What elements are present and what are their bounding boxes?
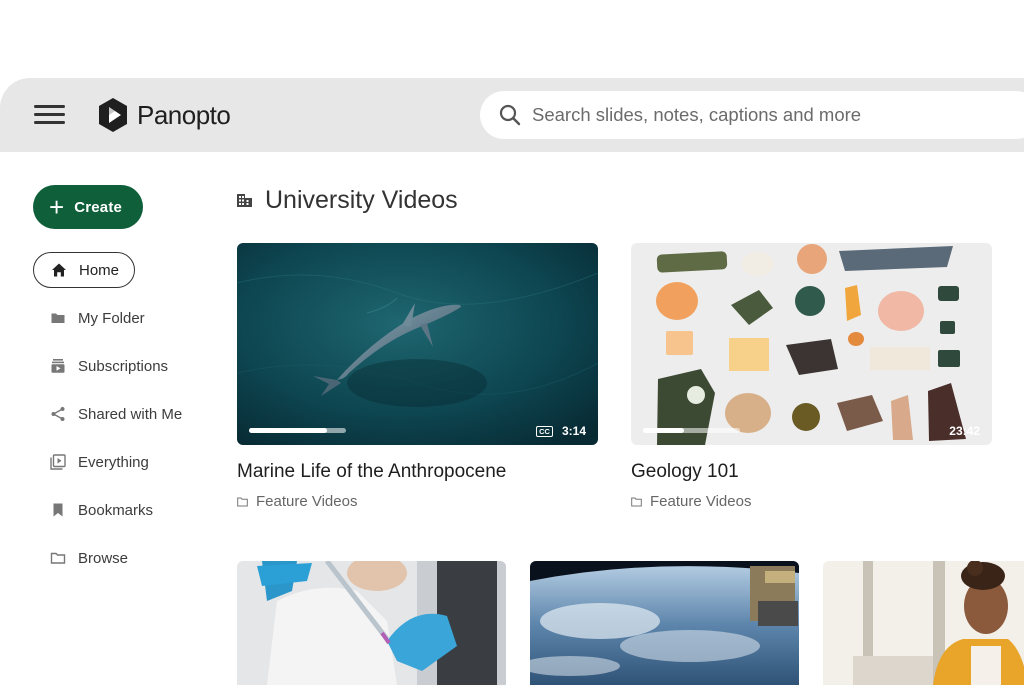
- sidebar-item-subscriptions[interactable]: Subscriptions: [33, 348, 203, 384]
- sidebar-item-label: Bookmarks: [78, 501, 154, 519]
- watch-progress-bar: [643, 428, 740, 433]
- video-card[interactable]: [530, 561, 799, 685]
- video-thumbnail-geology[interactable]: 23:42: [631, 243, 992, 445]
- menu-icon[interactable]: [34, 104, 65, 126]
- duration-text: 23:42: [949, 424, 980, 438]
- video-thumbnail-student[interactable]: [823, 561, 1024, 685]
- video-duration: CC 3:14: [536, 424, 586, 438]
- panopto-logo[interactable]: Panopto: [97, 97, 231, 133]
- lab-thumbnail-image: [237, 561, 506, 685]
- section-header: University Videos: [236, 186, 458, 215]
- sidebar-item-bookmarks[interactable]: Bookmarks: [33, 492, 203, 528]
- video-card[interactable]: [823, 561, 1024, 685]
- video-thumbnail-lab[interactable]: [237, 561, 506, 685]
- plus-icon: +: [49, 192, 65, 222]
- folder-name: Feature Videos: [650, 493, 752, 510]
- video-thumbnail-whale[interactable]: CC 3:14: [237, 243, 598, 445]
- sidebar-item-my-folder[interactable]: My Folder: [33, 300, 203, 336]
- playlist-icon: [50, 454, 66, 470]
- sidebar-item-everything[interactable]: Everything: [33, 444, 203, 480]
- sidebar-item-label: Subscriptions: [78, 357, 169, 375]
- section-title: University Videos: [265, 186, 458, 214]
- sidebar-item-label: Shared with Me: [78, 405, 183, 423]
- panopto-logo-icon: [99, 98, 127, 132]
- minerals-thumbnail-image: [631, 243, 992, 445]
- sidebar-item-label: My Folder: [78, 309, 145, 327]
- video-folder[interactable]: Feature Videos: [631, 493, 992, 510]
- watch-progress-fill: [643, 428, 684, 433]
- video-duration: 23:42: [949, 424, 980, 438]
- sidebar-item-shared-with-me[interactable]: Shared with Me: [33, 396, 203, 432]
- folder-outline-icon: [237, 497, 248, 506]
- folder-name: Feature Videos: [256, 493, 358, 510]
- video-title[interactable]: Marine Life of the Anthropocene: [237, 461, 598, 483]
- folder-icon: [51, 313, 65, 323]
- watch-progress-bar: [249, 428, 346, 433]
- video-folder[interactable]: Feature Videos: [237, 493, 598, 510]
- folder-outline-icon: [50, 552, 66, 564]
- sidebar-nav: Home My Folder Subscriptions Shared with…: [33, 252, 203, 588]
- sidebar-item-browse[interactable]: Browse: [33, 540, 203, 576]
- subscriptions-icon: [51, 359, 65, 373]
- home-icon: [52, 263, 66, 277]
- duration-text: 3:14: [561, 424, 586, 438]
- student-thumbnail-image: [823, 561, 1024, 685]
- sidebar-item-label: Home: [79, 261, 120, 279]
- create-button[interactable]: + Create: [33, 185, 143, 229]
- share-icon: [51, 407, 65, 421]
- earth-thumbnail-image: [530, 561, 799, 685]
- top-header: Panopto: [0, 78, 1024, 152]
- panopto-app: Panopto + Create Home My Folder: [0, 0, 1024, 685]
- search-bar[interactable]: [480, 91, 1024, 139]
- video-card[interactable]: 23:42 Geology 101 Feature Videos: [631, 243, 992, 510]
- create-label: Create: [74, 198, 123, 216]
- video-thumbnail-earth[interactable]: [530, 561, 799, 685]
- logo-text: Panopto: [137, 99, 231, 130]
- sidebar-item-home[interactable]: Home: [33, 252, 135, 288]
- bookmark-icon: [53, 503, 63, 517]
- video-card[interactable]: CC 3:14 Marine Life of the Anthropocene …: [237, 243, 598, 510]
- watch-progress-fill: [249, 428, 327, 433]
- closed-captions-icon: CC: [536, 425, 553, 437]
- search-icon: [499, 104, 521, 126]
- search-input[interactable]: [532, 100, 1002, 130]
- whale-thumbnail-image: [237, 243, 598, 445]
- video-card[interactable]: [237, 561, 506, 685]
- video-title[interactable]: Geology 101: [631, 461, 992, 483]
- sidebar-item-label: Everything: [78, 453, 149, 471]
- sidebar-item-label: Browse: [78, 549, 129, 567]
- building-icon: [237, 194, 252, 207]
- folder-outline-icon: [631, 497, 642, 506]
